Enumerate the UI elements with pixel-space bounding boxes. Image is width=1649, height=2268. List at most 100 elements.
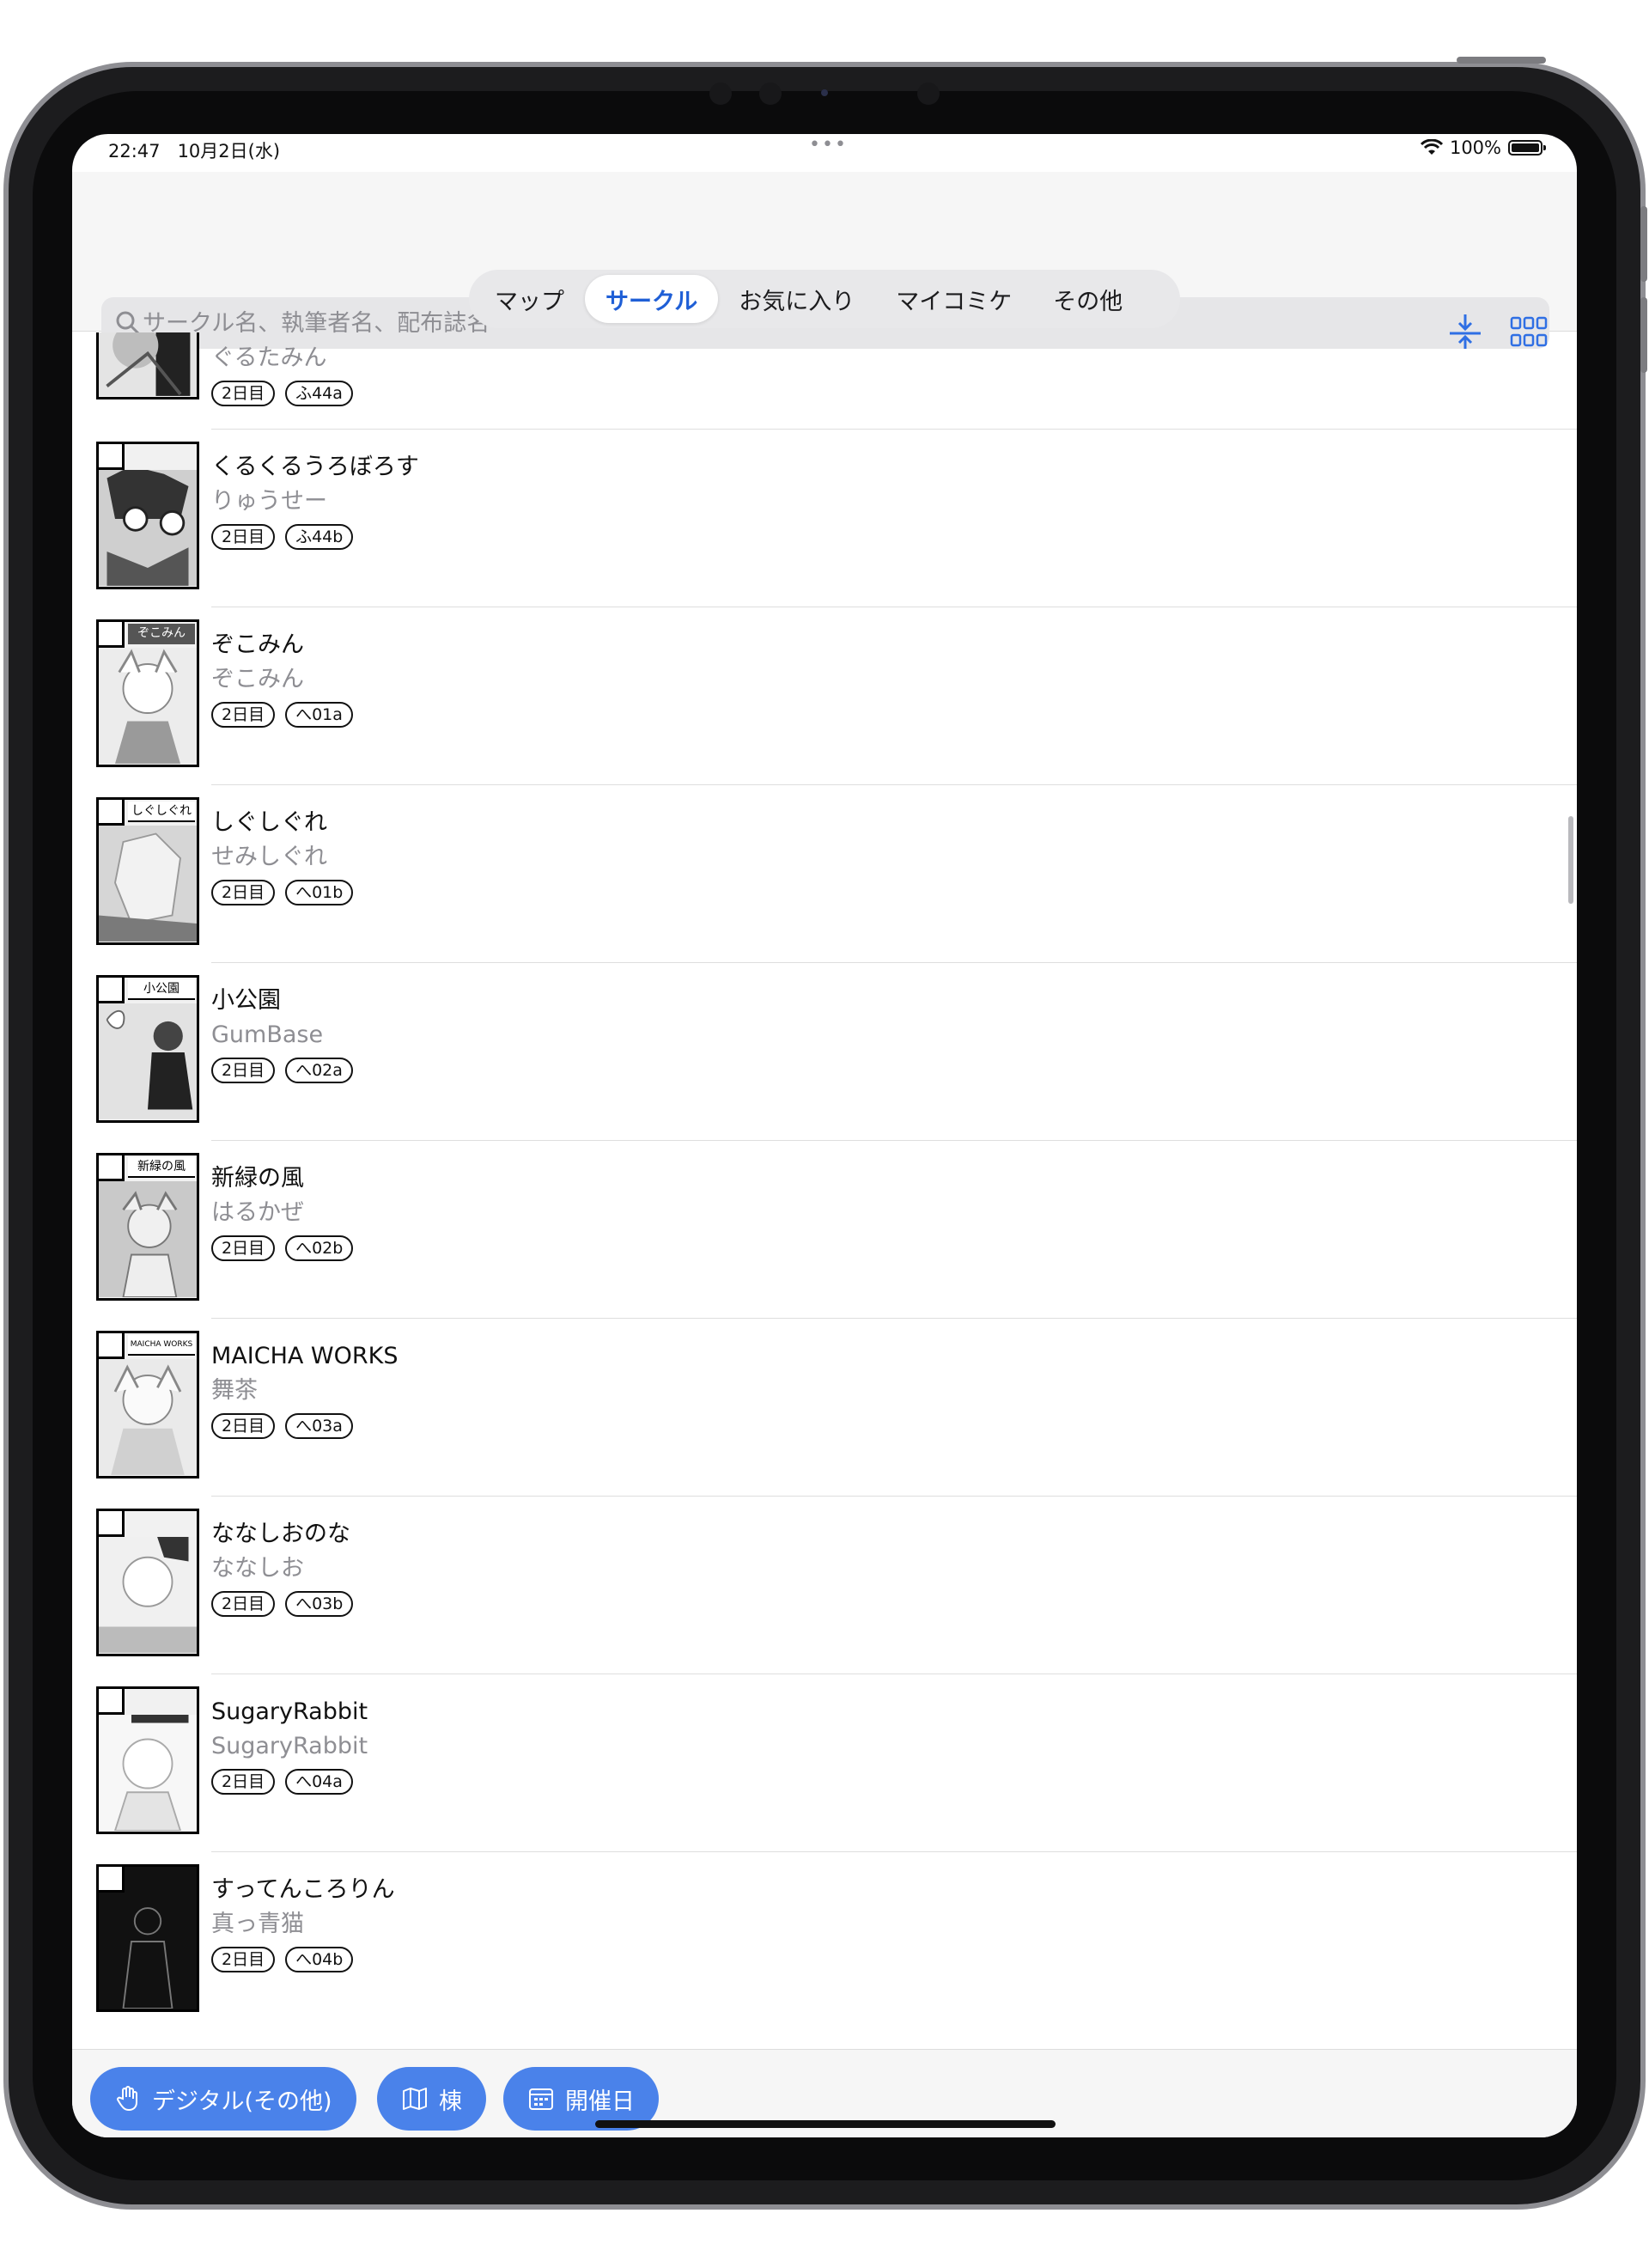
circle-name: ぞこみん (211, 631, 304, 658)
tab-circle[interactable]: サークル (585, 275, 719, 323)
favorite-checkbox[interactable] (99, 800, 125, 826)
space-badge: へ04b (285, 1947, 354, 1972)
space-badge: へ03b (285, 1591, 354, 1617)
status-right: 100% (1420, 137, 1546, 158)
day-badge: 2日目 (211, 1769, 276, 1795)
list-item[interactable]: しぐしぐれ しぐしぐれ せみしぐれ 2日目 へ01b (72, 785, 1577, 963)
circle-cut-image[interactable] (96, 442, 199, 589)
circle-name: くるくるうろぼろす (211, 454, 419, 480)
tag-group: 2日目 へ02b (211, 1235, 354, 1261)
cut-artwork (99, 1893, 197, 2009)
author-name: 真っ青猫 (211, 1911, 304, 1937)
list-item[interactable]: MAICHA WORKS MAICHA WORKS 舞茶 2日目 へ03a (72, 1319, 1577, 1497)
screen: 22:47 10月2日(水) ••• 100% マップ サークル お気に入り マ… (72, 134, 1577, 2137)
battery-icon (1508, 140, 1546, 155)
favorite-checkbox[interactable] (99, 1333, 125, 1359)
calendar-icon (529, 2088, 553, 2110)
tag-group: 2日目 へ01b (211, 880, 354, 905)
circle-cut-image[interactable]: しぐしぐれ (96, 797, 199, 945)
volume-down-button (1640, 297, 1647, 373)
sensor-dot (709, 82, 732, 105)
list-item[interactable]: ぐるたみん 2日目 ふ44a (72, 332, 1577, 430)
tag-group: 2日目 へ03a (211, 1413, 399, 1439)
list-item[interactable]: SugaryRabbit SugaryRabbit 2日目 へ04a (72, 1674, 1577, 1852)
circle-name: SugaryRabbit (211, 1698, 368, 1725)
circle-cut-image[interactable] (96, 1509, 199, 1656)
tag-group: 2日目 へ03b (211, 1591, 354, 1617)
tab-switcher: マップ サークル お気に入り マイコミケ その他 (469, 270, 1180, 328)
filter-genre-label: デジタル(その他) (152, 2088, 332, 2115)
filter-hall-button[interactable]: 棟 (377, 2067, 486, 2131)
circle-name: すってんころりん (211, 1876, 395, 1903)
favorite-checkbox[interactable] (99, 1867, 125, 1893)
status-bar: 22:47 10月2日(水) ••• 100% (72, 134, 1577, 172)
author-name: GumBase (211, 1021, 324, 1048)
author-name: せみしぐれ (211, 844, 327, 870)
author-name: はるかぜ (211, 1199, 304, 1226)
cut-artwork (99, 332, 197, 396)
day-badge: 2日目 (211, 1947, 276, 1972)
cut-label: MAICHA WORKS (128, 1335, 195, 1356)
day-badge: 2日目 (211, 1591, 276, 1617)
space-badge: ふ44a (285, 381, 353, 406)
day-badge: 2日目 (211, 880, 276, 905)
list-item[interactable]: すってんころりん 真っ青猫 2日目 へ04b (72, 1852, 1577, 2030)
favorite-checkbox[interactable] (99, 1511, 125, 1537)
front-camera (821, 89, 828, 96)
circle-cut-image[interactable]: MAICHA WORKS (96, 1331, 199, 1478)
cut-label: 新緑の風 (128, 1157, 195, 1178)
hand-pointer-icon (117, 2086, 137, 2112)
circle-name: 新緑の風 (211, 1165, 304, 1192)
list-item[interactable]: ななしおのな ななしお 2日目 へ03b (72, 1497, 1577, 1674)
tag-group: 2日目 へ04b (211, 1947, 395, 1972)
favorite-checkbox[interactable] (99, 444, 125, 470)
circle-cut-image[interactable]: 新緑の風 (96, 1153, 199, 1301)
author-name: ななしお (211, 1555, 304, 1582)
circle-cut-image[interactable]: ぞこみん (96, 619, 199, 767)
filter-genre-button[interactable]: デジタル(その他) (90, 2067, 356, 2131)
filter-date-label: 開催日 (565, 2088, 635, 2115)
tab-other[interactable]: その他 (1032, 275, 1143, 323)
tag-group: 2日目 へ02a (211, 1058, 353, 1083)
circle-name: 小公園 (211, 987, 281, 1014)
favorite-checkbox[interactable] (99, 622, 125, 648)
favorite-checkbox[interactable] (99, 978, 125, 1003)
circle-cut-image[interactable] (96, 1864, 199, 2012)
circle-list[interactable]: ぐるたみん 2日目 ふ44a くるくるうろぼろす りゅうせー 2日目 ふ44b (72, 332, 1577, 2049)
cut-artwork (99, 1537, 197, 1653)
sensor-dot (759, 82, 782, 105)
cut-artwork (99, 1003, 197, 1119)
circle-cut-image[interactable] (96, 332, 199, 399)
scroll-indicator[interactable] (1568, 816, 1573, 904)
volume-up-button (1640, 206, 1647, 282)
favorite-checkbox[interactable] (99, 1155, 125, 1181)
tab-favorites[interactable]: お気に入り (718, 275, 875, 323)
circle-cut-image[interactable] (96, 1686, 199, 1834)
top-button (1457, 57, 1546, 64)
tab-map[interactable]: マップ (474, 275, 585, 323)
sensor-dot (917, 82, 940, 105)
day-badge: 2日目 (211, 702, 276, 728)
list-item[interactable]: 新緑の風 新緑の風 はるかぜ 2日目 へ02b (72, 1141, 1577, 1319)
multitasking-dots[interactable]: ••• (809, 134, 848, 155)
battery-percent: 100% (1449, 137, 1501, 158)
circle-name: ななしおのな (211, 1521, 350, 1547)
tab-my-comiket[interactable]: マイコミケ (875, 275, 1032, 323)
tag-group: 2日目 ふ44b (211, 524, 419, 550)
favorite-checkbox[interactable] (99, 1689, 125, 1715)
space-badge: へ01b (285, 880, 354, 905)
tag-group: 2日目 へ04a (211, 1769, 368, 1795)
day-badge: 2日目 (211, 524, 276, 550)
list-item[interactable]: ぞこみん ぞこみん ぞこみん 2日目 へ01a (72, 607, 1577, 785)
list-item[interactable]: くるくるうろぼろす りゅうせー 2日目 ふ44b (72, 430, 1577, 607)
circle-cut-image[interactable]: 小公園 (96, 975, 199, 1123)
wifi-icon (1420, 139, 1443, 155)
author-name: りゅうせー (211, 488, 327, 515)
circle-name: しぐしぐれ (211, 809, 327, 836)
cut-artwork (99, 826, 197, 942)
list-item[interactable]: 小公園 小公園 GumBase 2日目 へ02a (72, 963, 1577, 1141)
status-time: 22:47 10月2日(水) (108, 137, 280, 163)
day-badge: 2日目 (211, 381, 276, 406)
home-indicator[interactable] (595, 2120, 1056, 2128)
filter-hall-label: 棟 (439, 2088, 462, 2115)
